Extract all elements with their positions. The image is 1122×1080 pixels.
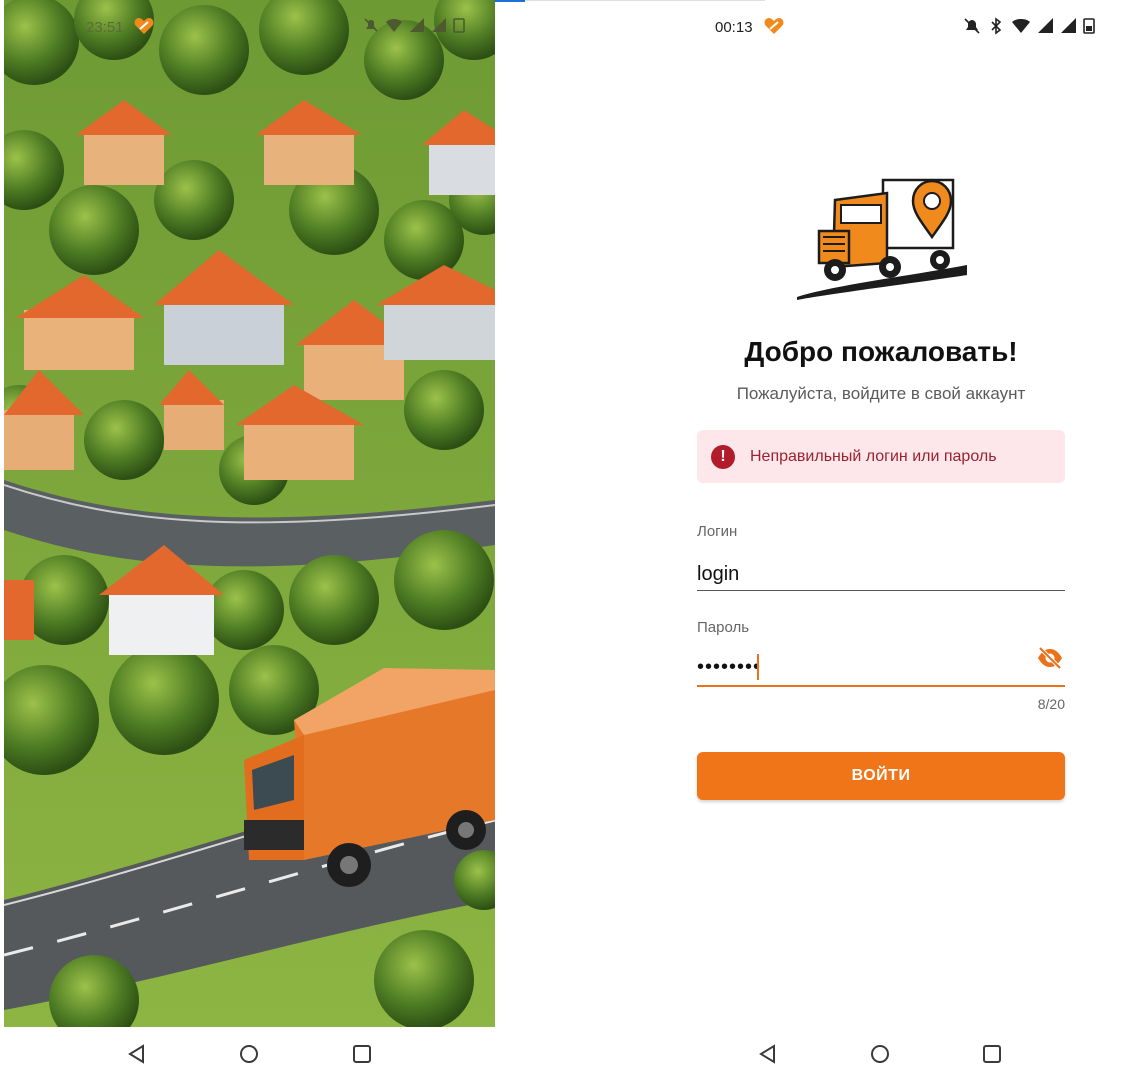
battery-icon [453,18,465,33]
system-status-icons [963,17,1095,35]
text-cursor [757,654,759,680]
signal-icon [432,18,446,32]
eye-off-icon[interactable] [1036,646,1064,675]
login-underline [697,590,1065,591]
heart-app-icon [764,17,784,40]
navigation-bar-left [0,1027,500,1080]
login-button[interactable]: ВОЙТИ [697,752,1065,800]
battery-icon [1083,18,1095,34]
wifi-icon [386,19,402,32]
top-progress-track [525,0,765,1]
bell-off-icon [364,18,378,32]
login-label: Логин [697,523,738,540]
password-counter: 8/20 [1037,696,1065,712]
home-icon[interactable] [869,1043,891,1070]
error-icon: ! [711,445,735,469]
signal-icon [1061,18,1076,33]
recents-icon[interactable] [351,1043,373,1070]
login-input[interactable] [697,561,1065,587]
password-underline [697,685,1065,687]
page-title: Добро пожаловать! [744,336,1018,367]
error-message: Неправильный логин или пароль [750,448,997,465]
navigation-bar-right [630,1027,1122,1080]
recents-icon[interactable] [981,1043,1003,1070]
back-icon[interactable] [757,1043,779,1070]
bluetooth-icon [991,17,1002,35]
status-bar-left: 23:51 [4,0,495,56]
password-input[interactable]: •••••••• [697,656,1065,679]
wifi-icon [1012,19,1030,33]
password-label: Пароль [697,619,750,636]
truck-logo [795,175,970,305]
status-time: 23:51 [86,19,124,36]
page-subtitle: Пожалуйста, войдите в свой аккаунт [736,384,1026,403]
system-status-icons [363,17,465,33]
error-alert: ! Неправильный логин или пароль [697,430,1065,483]
heart-app-icon [134,17,154,40]
signal-icon [1038,18,1053,33]
home-icon[interactable] [238,1043,260,1070]
bell-off-icon [964,18,980,34]
back-icon[interactable] [126,1043,148,1070]
signal-icon [410,18,424,32]
splash-screen: 23:51 [4,0,495,1027]
suburb-illustration [4,0,495,1027]
status-time: 00:13 [715,19,753,36]
